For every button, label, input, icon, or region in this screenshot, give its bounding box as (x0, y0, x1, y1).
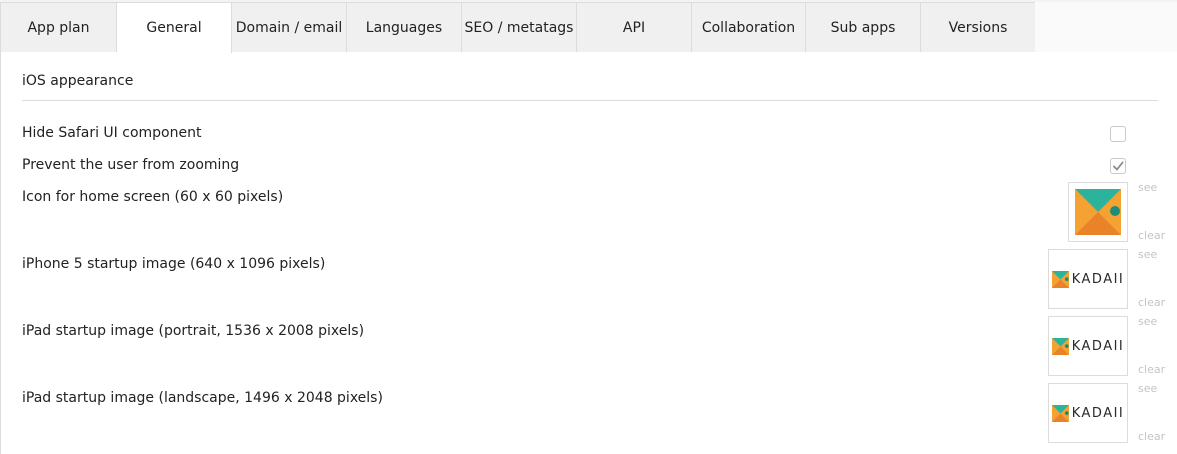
tab-bar-filler (1035, 2, 1177, 52)
prevent-zoom-label: Prevent the user from zooming (22, 157, 240, 173)
kadaii-logo-text: KADAII (1071, 338, 1125, 354)
ipad-portrait-label: iPad startup image (portrait, 1536 x 200… (22, 323, 365, 339)
home-icon-label: Icon for home screen (60 x 60 pixels) (22, 189, 284, 205)
kadaii-logo: KADAII (1051, 337, 1125, 355)
iphone5-clear-link[interactable]: clear (1138, 296, 1165, 309)
iphone5-startup-label: iPhone 5 startup image (640 x 1096 pixel… (22, 256, 326, 272)
home-icon-thumbnail[interactable] (1068, 182, 1128, 242)
home-icon-see-link[interactable]: see (1138, 181, 1157, 194)
kadaii-logo: KADAII (1051, 404, 1125, 422)
tab-languages[interactable]: Languages (347, 2, 462, 52)
tab-sub-apps[interactable]: Sub apps (806, 2, 921, 52)
hide-safari-checkbox[interactable] (1110, 126, 1126, 142)
checkmark-icon (1113, 161, 1124, 171)
kadaii-logo-icon (1051, 270, 1069, 288)
ipad-portrait-see-link[interactable]: see (1138, 315, 1157, 328)
panel-border (0, 52, 1, 454)
tab-api[interactable]: API (577, 2, 692, 52)
kadaii-app-icon (1075, 189, 1121, 235)
tab-versions[interactable]: Versions (921, 2, 1036, 52)
tab-bar: App plan General Domain / email Language… (0, 0, 1177, 53)
ipad-landscape-clear-link[interactable]: clear (1138, 430, 1165, 443)
tab-general[interactable]: General (117, 2, 232, 53)
iphone5-startup-thumbnail[interactable]: KADAII (1048, 249, 1128, 309)
kadaii-logo-text: KADAII (1071, 405, 1125, 421)
hide-safari-label: Hide Safari UI component (22, 125, 202, 141)
kadaii-logo-icon (1051, 404, 1069, 422)
section-divider (22, 100, 1158, 101)
kadaii-logo: KADAII (1051, 270, 1125, 288)
kadaii-logo-icon (1051, 337, 1069, 355)
ipad-landscape-see-link[interactable]: see (1138, 382, 1157, 395)
ipad-landscape-label: iPad startup image (landscape, 1496 x 20… (22, 390, 383, 406)
iphone5-see-link[interactable]: see (1138, 248, 1157, 261)
section-title: iOS appearance (22, 73, 134, 89)
prevent-zoom-checkbox[interactable] (1110, 158, 1126, 174)
tab-seo-metatags[interactable]: SEO / metatags (462, 2, 577, 52)
tab-domain-email[interactable]: Domain / email (232, 2, 347, 52)
ipad-portrait-thumbnail[interactable]: KADAII (1048, 316, 1128, 376)
ipad-landscape-thumbnail[interactable]: KADAII (1048, 383, 1128, 443)
tab-app-plan[interactable]: App plan (0, 2, 117, 52)
kadaii-logo-text: KADAII (1071, 271, 1125, 287)
home-icon-clear-link[interactable]: clear (1138, 229, 1165, 242)
tab-collaboration[interactable]: Collaboration (692, 2, 806, 52)
ipad-portrait-clear-link[interactable]: clear (1138, 363, 1165, 376)
